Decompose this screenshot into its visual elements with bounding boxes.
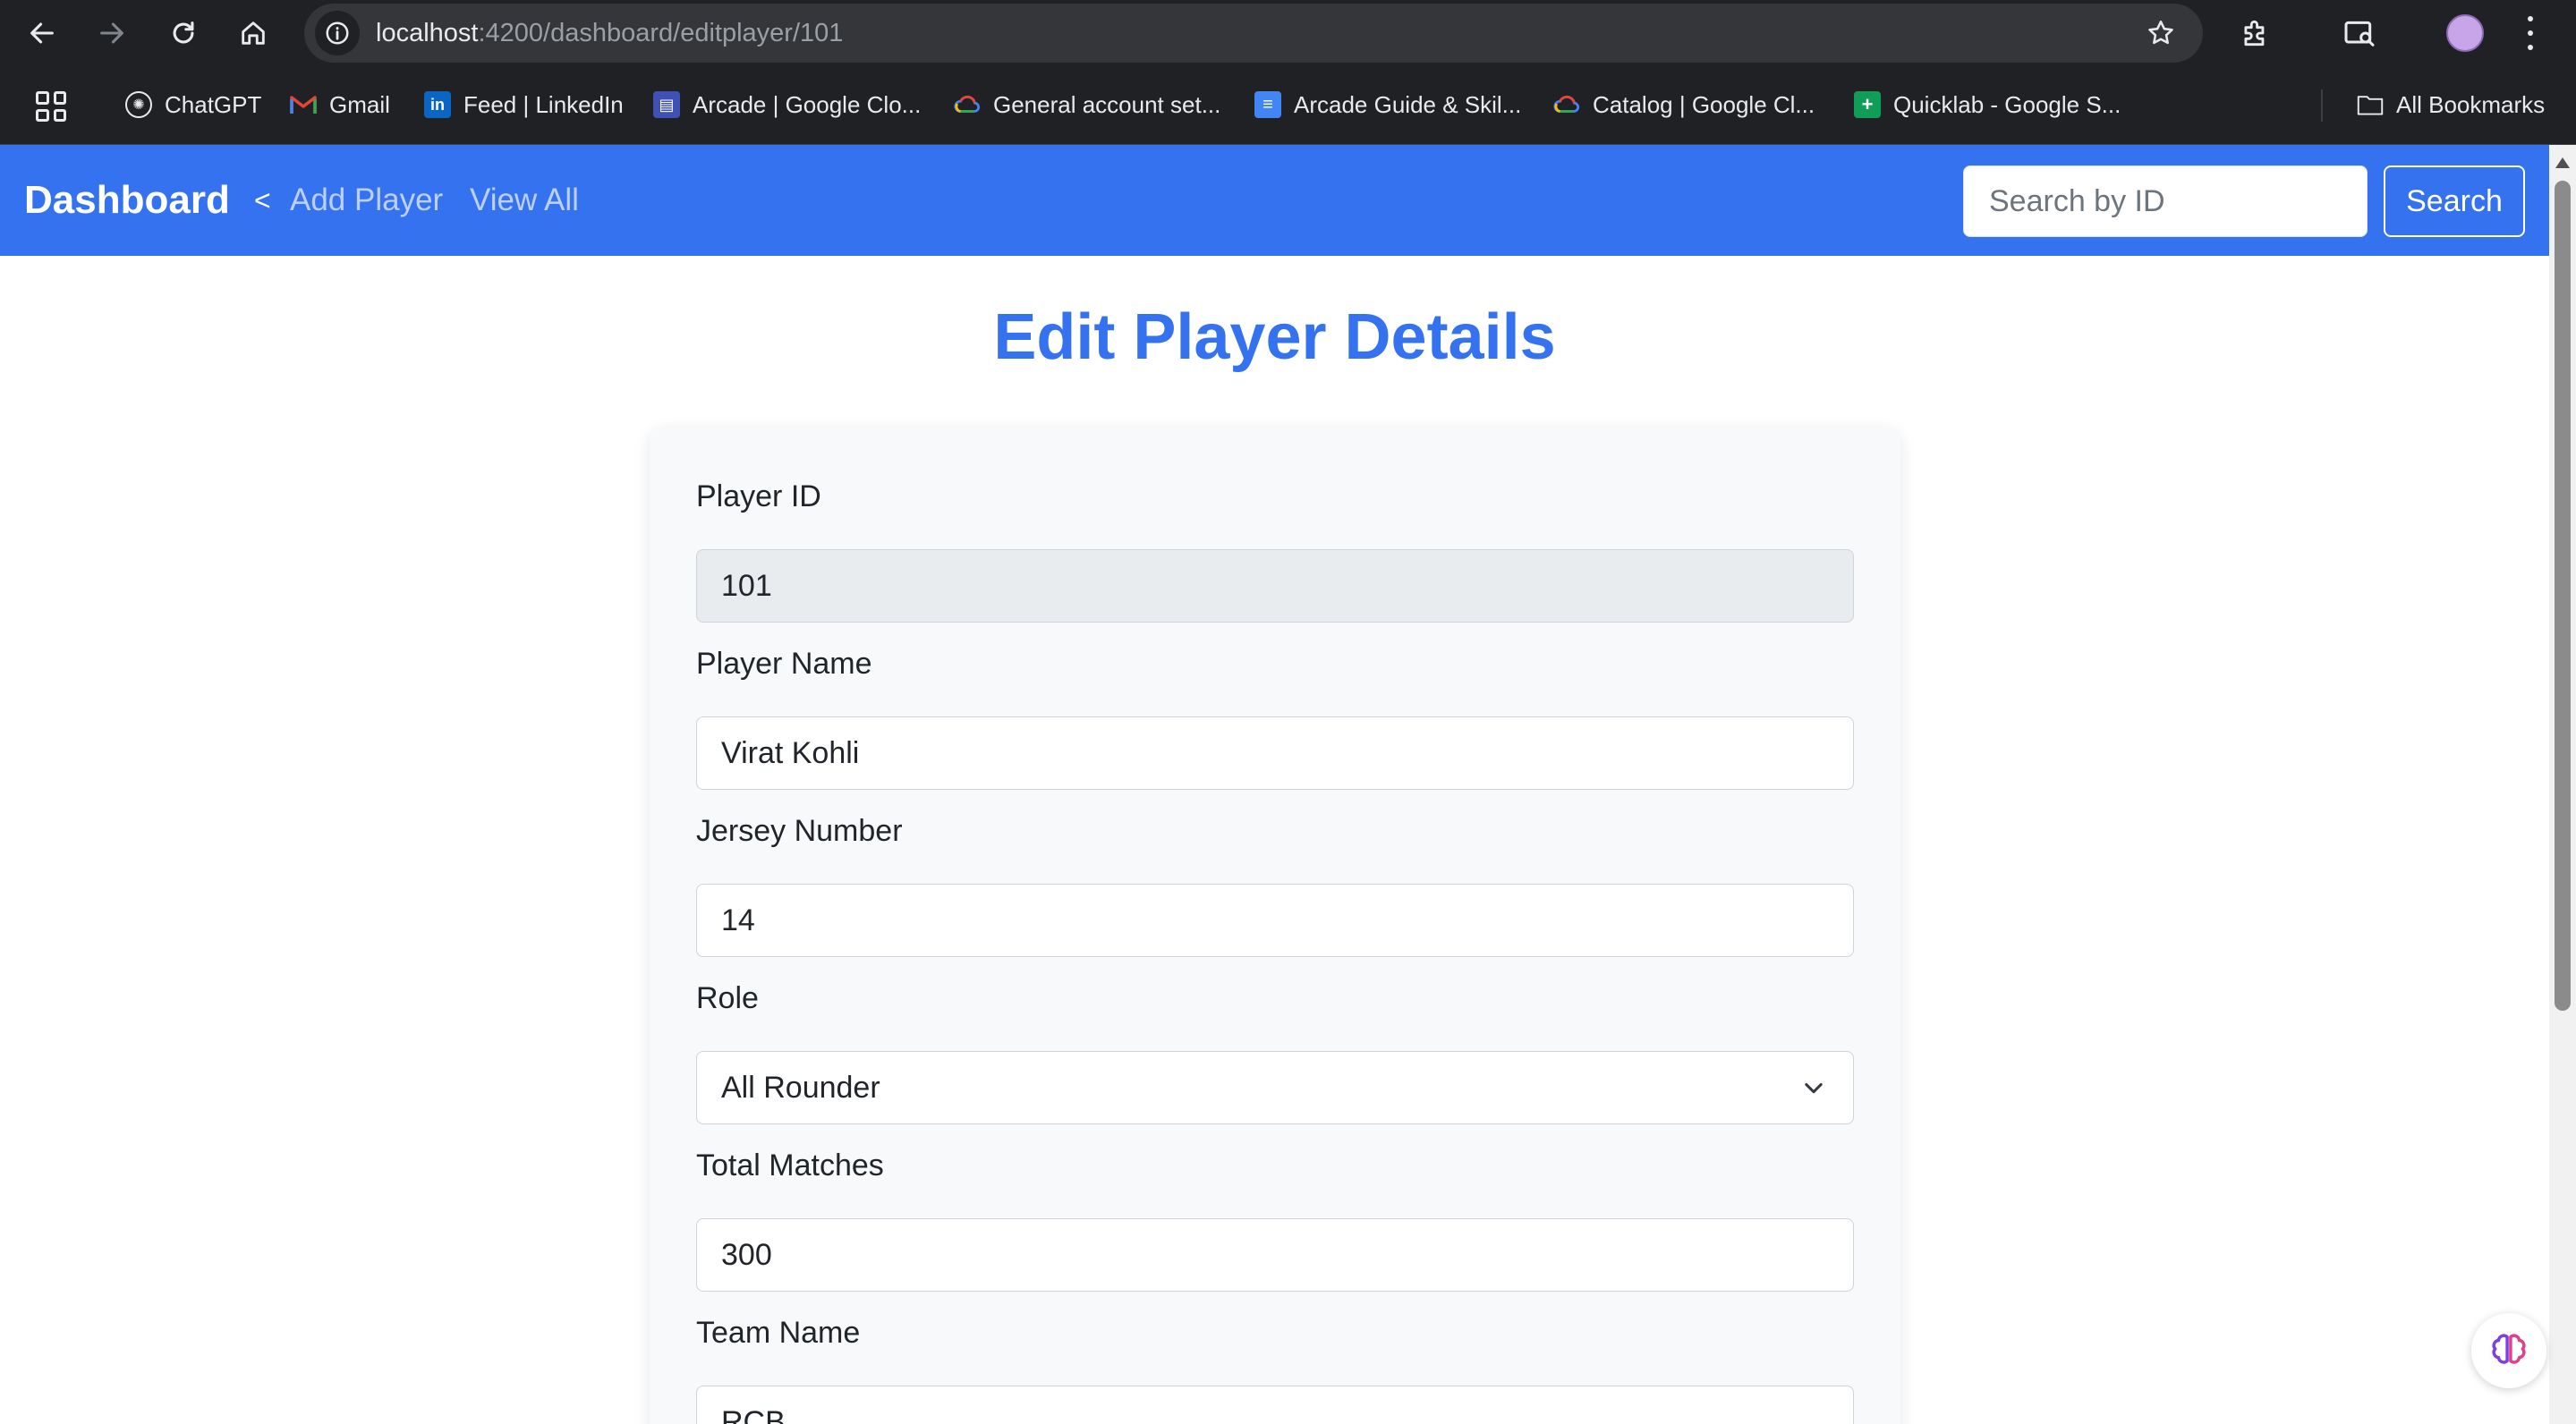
team-name-label: Team Name (696, 1316, 861, 1350)
bookmark-general-account[interactable]: General account set... (954, 82, 1220, 127)
bookmark-linkedin[interactable]: in Feed | LinkedIn (424, 82, 624, 127)
docs-icon: ≡ (1254, 91, 1281, 118)
gmail-icon (290, 91, 317, 118)
arrow-right-icon (100, 22, 123, 44)
total-matches-field[interactable] (696, 1218, 1854, 1292)
chevron-down-icon (1805, 1082, 1823, 1094)
bookmark-arcade-guide[interactable]: ≡ Arcade Guide & Skil... (1254, 82, 1521, 127)
bookmark-chatgpt[interactable]: ✺ ChatGPT (125, 82, 261, 127)
player-id-field[interactable] (696, 549, 1854, 623)
linkedin-icon: in (424, 91, 451, 118)
role-selected-value: All Rounder (721, 1071, 880, 1105)
player-id-label: Player ID (696, 479, 821, 513)
search-button[interactable]: Search (2384, 165, 2525, 237)
assistant-button[interactable] (2471, 1313, 2546, 1388)
page-scrollbar[interactable] (2549, 145, 2576, 1424)
player-name-label: Player Name (696, 647, 872, 681)
reload-icon (173, 21, 194, 44)
app-navbar: Dashboard < Add Player View All Search (0, 145, 2549, 256)
nav-chevron: < (254, 184, 271, 216)
nav-link-add-player[interactable]: Add Player (290, 145, 443, 256)
player-name-field[interactable] (696, 716, 1854, 790)
bookmarks-bar: ✺ ChatGPT Gmail in Feed | LinkedIn ▤ Arcade… (0, 66, 2576, 145)
scrollbar-thumb[interactable] (2555, 181, 2571, 1011)
role-label: Role (696, 981, 759, 1015)
sheets-icon: + (1854, 91, 1881, 118)
bookmarks-divider (2321, 89, 2323, 122)
brain-icon (2492, 1334, 2526, 1364)
url-text: localhost:4200/dashboard/editplayer/101 (376, 19, 844, 47)
bookmark-gmail[interactable]: Gmail (290, 82, 390, 127)
google-cloud-icon (954, 91, 981, 118)
search-input[interactable] (1963, 165, 2368, 237)
folder-icon (2357, 91, 2384, 118)
chatgpt-icon: ✺ (125, 91, 152, 118)
back-button[interactable] (21, 13, 63, 54)
player-id-group: Player ID (696, 476, 1854, 623)
nav-link-view-all[interactable]: View All (470, 145, 579, 256)
bookmark-arcade[interactable]: ▤ Arcade | Google Clo... (653, 82, 921, 127)
reload-button[interactable] (163, 13, 204, 54)
jersey-number-label: Jersey Number (696, 814, 903, 848)
arrow-left-icon (30, 22, 54, 44)
home-icon (242, 21, 265, 45)
site-info-icon[interactable] (315, 11, 360, 55)
team-name-field[interactable] (696, 1386, 1854, 1424)
browser-menu-icon[interactable] (2523, 16, 2538, 50)
forward-button[interactable] (91, 13, 132, 54)
extensions-icon[interactable] (2237, 14, 2274, 52)
edit-player-form: Player ID Player Name Jersey Number Role… (650, 428, 1900, 1424)
team-name-group: Team Name (696, 1312, 1854, 1424)
profile-avatar[interactable] (2446, 14, 2484, 52)
player-name-group: Player Name (696, 643, 1854, 790)
bookmark-catalog[interactable]: Catalog | Google Cl... (1553, 82, 1815, 127)
all-bookmarks[interactable]: All Bookmarks (2357, 82, 2545, 127)
address-bar[interactable]: localhost:4200/dashboard/editplayer/101 (304, 4, 2203, 63)
bookmark-star-icon[interactable] (2146, 18, 2176, 48)
role-group: Role All Rounder (696, 978, 1854, 1124)
arcade-icon: ▤ (653, 91, 680, 118)
home-button[interactable] (233, 13, 274, 54)
page-title: Edit Player Details (993, 301, 1556, 373)
scroll-up-arrow-icon[interactable] (2555, 157, 2570, 168)
bookmark-quicklab[interactable]: + Quicklab - Google S... (1854, 82, 2121, 127)
tab-search-icon[interactable] (2341, 14, 2378, 52)
jersey-number-group: Jersey Number (696, 810, 1854, 957)
apps-grid-icon[interactable] (36, 91, 66, 122)
browser-toolbar: localhost:4200/dashboard/editplayer/101 (0, 0, 2576, 66)
google-cloud-icon (1553, 91, 1580, 118)
total-matches-group: Total Matches (696, 1145, 1854, 1292)
jersey-number-field[interactable] (696, 884, 1854, 957)
brand-dashboard[interactable]: Dashboard (24, 145, 230, 256)
total-matches-label: Total Matches (696, 1149, 884, 1182)
role-select[interactable]: All Rounder (696, 1051, 1854, 1124)
